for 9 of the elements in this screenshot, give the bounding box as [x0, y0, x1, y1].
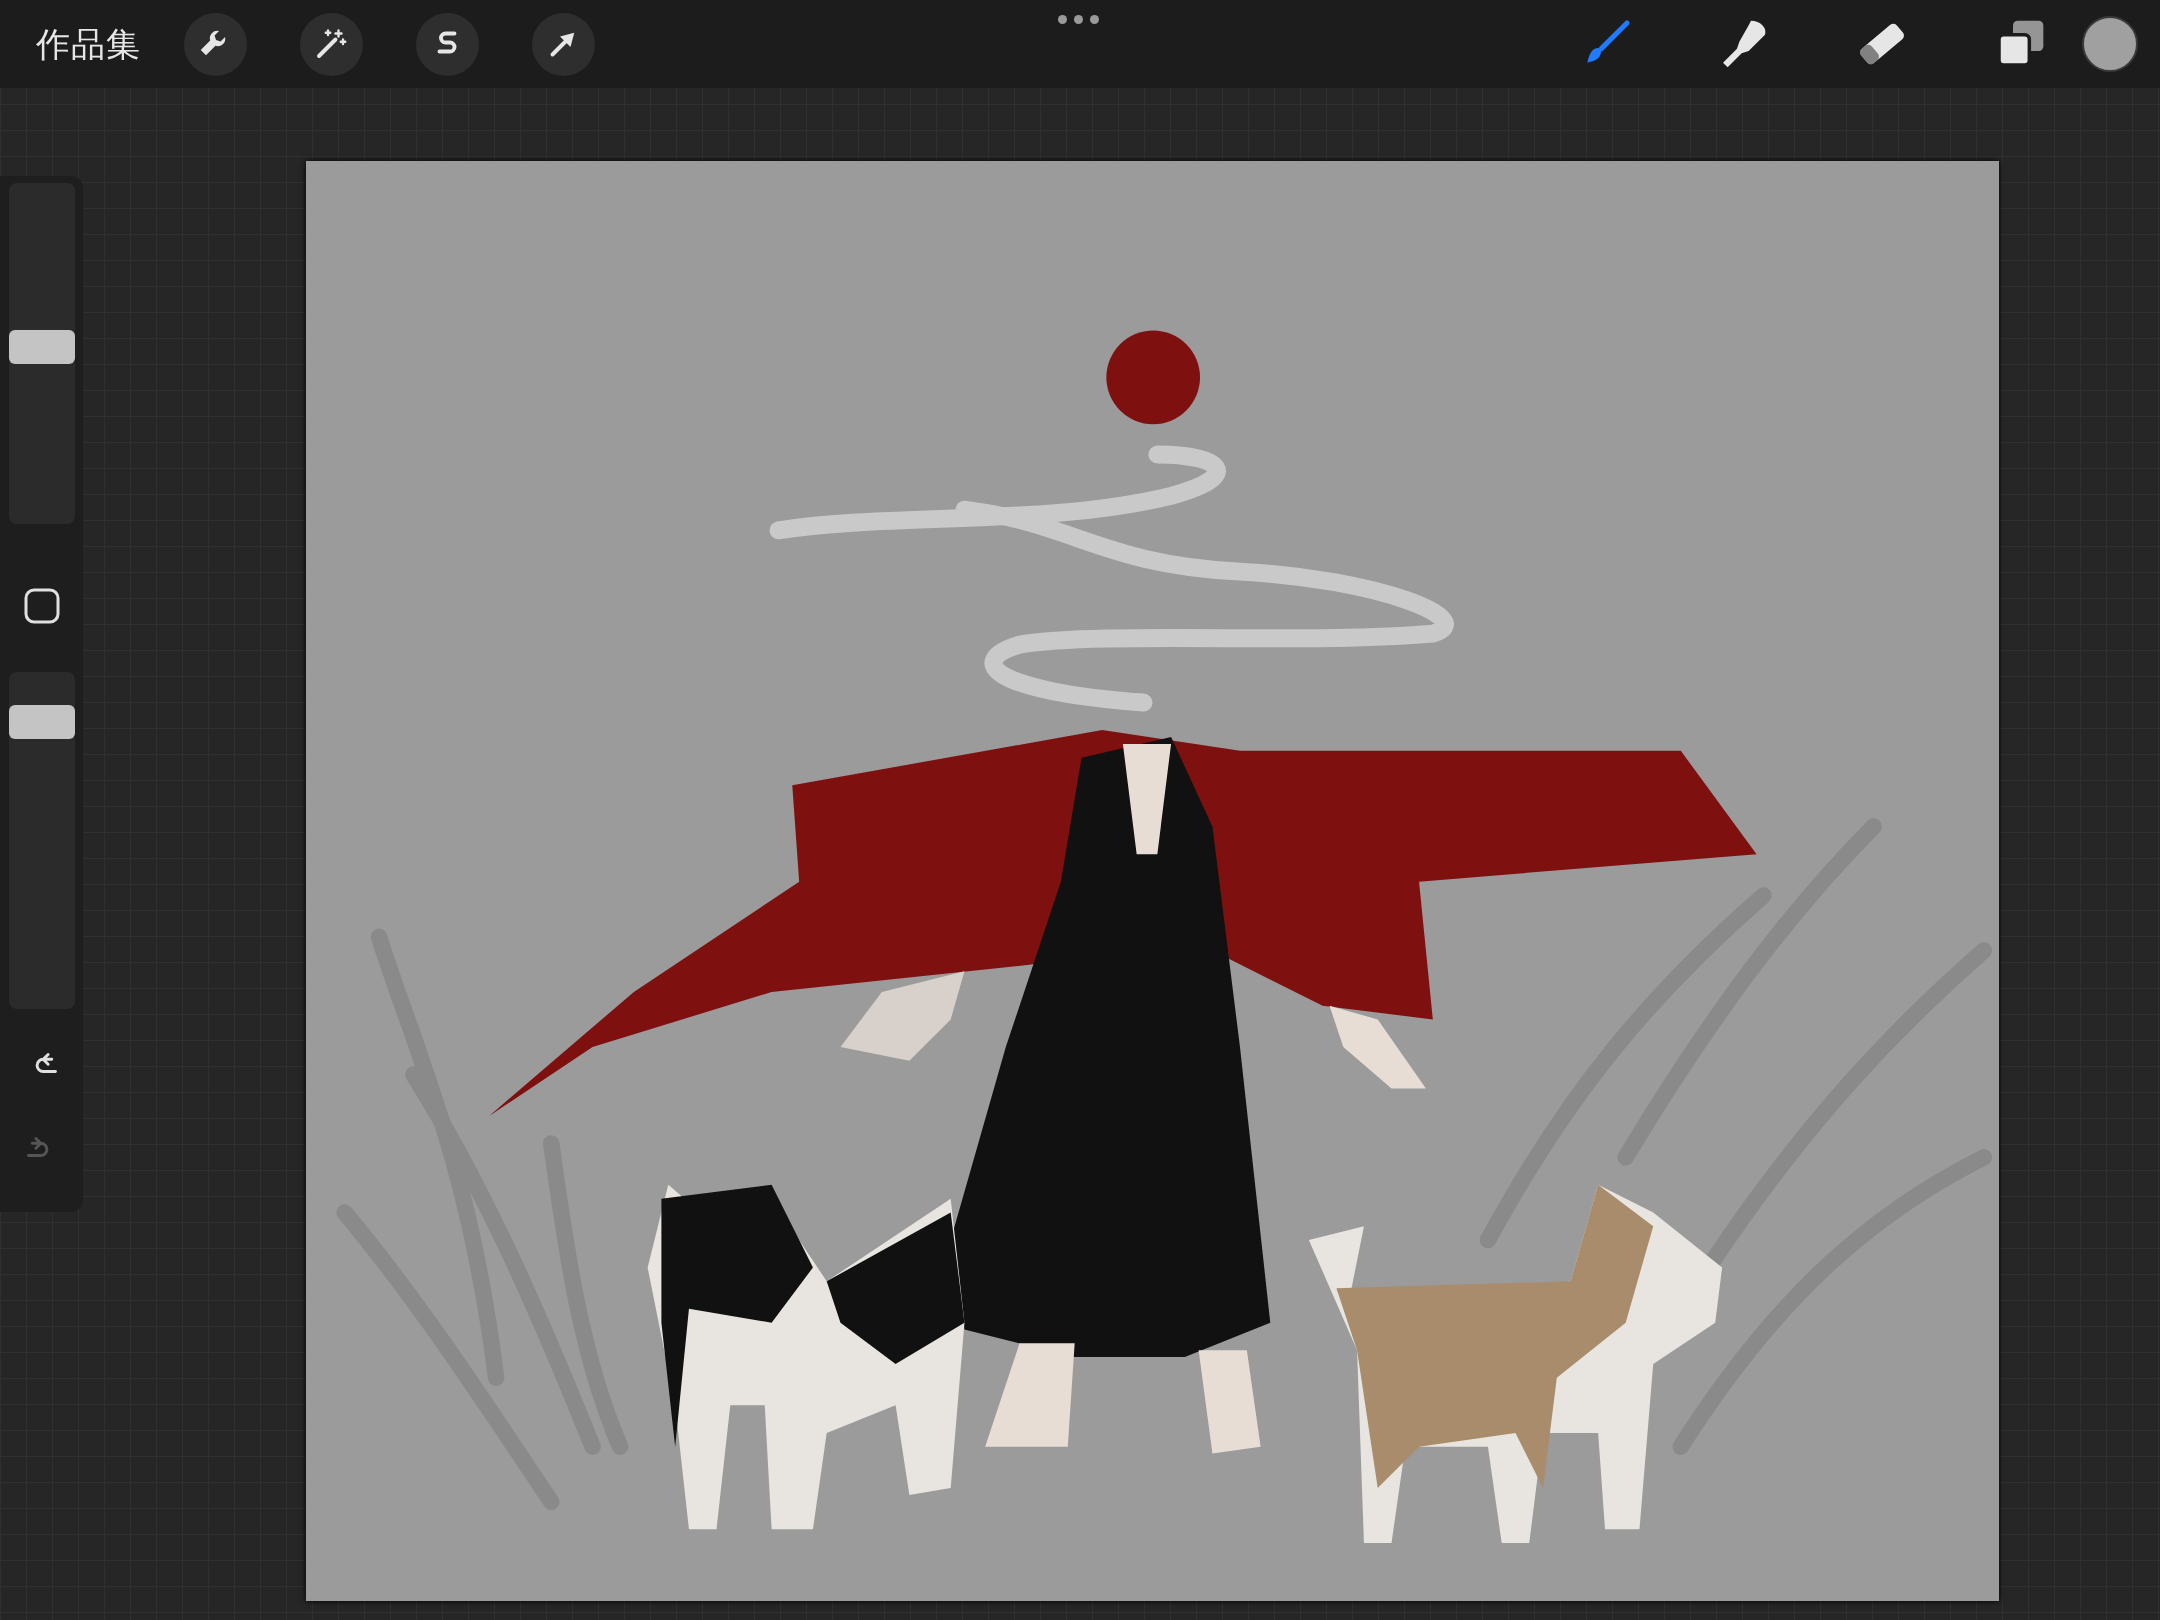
more-dots-icon[interactable] — [1058, 15, 1099, 24]
brush-size-slider[interactable] — [8, 183, 75, 524]
color-swatch[interactable] — [2082, 16, 2138, 72]
slider-thumb[interactable] — [8, 330, 75, 365]
opacity-slider[interactable] — [8, 672, 75, 1009]
slider-thumb[interactable] — [8, 705, 75, 740]
square-icon — [22, 587, 61, 625]
gallery-button[interactable]: 作品集 — [36, 18, 141, 70]
canvas[interactable] — [306, 161, 1999, 1601]
